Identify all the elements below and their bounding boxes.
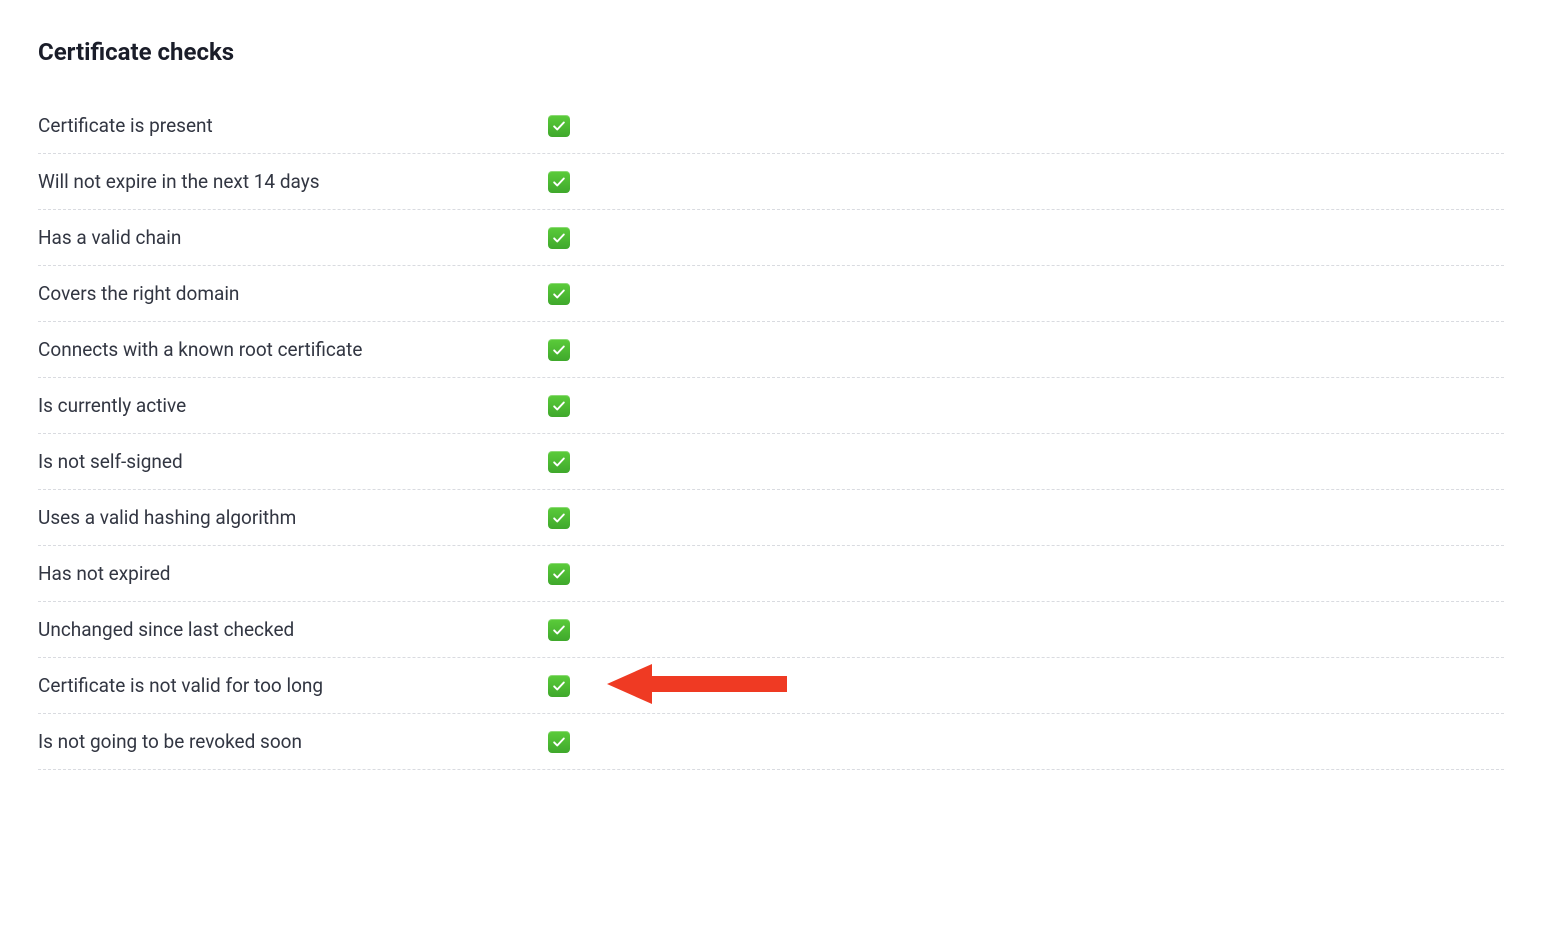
check-label: Will not expire in the next 14 days bbox=[38, 170, 548, 193]
checkmark-icon bbox=[548, 227, 570, 249]
check-status bbox=[548, 563, 570, 585]
check-row: Will not expire in the next 14 days bbox=[38, 154, 1504, 210]
check-row: Uses a valid hashing algorithm bbox=[38, 490, 1504, 546]
check-status bbox=[548, 451, 570, 473]
check-label: Unchanged since last checked bbox=[38, 618, 548, 641]
check-status bbox=[548, 171, 570, 193]
check-row: Is not going to be revoked soon bbox=[38, 714, 1504, 770]
checkmark-icon bbox=[548, 507, 570, 529]
check-label: Is currently active bbox=[38, 394, 548, 417]
check-label: Uses a valid hashing algorithm bbox=[38, 506, 548, 529]
check-status bbox=[548, 395, 570, 417]
checkmark-icon bbox=[548, 451, 570, 473]
checkmark-icon bbox=[548, 115, 570, 137]
check-row: Certificate is present bbox=[38, 98, 1504, 154]
check-status bbox=[548, 731, 570, 753]
checkmark-icon bbox=[548, 619, 570, 641]
checkmark-icon bbox=[548, 563, 570, 585]
check-status bbox=[548, 115, 570, 137]
check-status bbox=[548, 227, 570, 249]
check-row: Covers the right domain bbox=[38, 266, 1504, 322]
check-label: Certificate is not valid for too long bbox=[38, 674, 548, 697]
checkmark-icon bbox=[548, 731, 570, 753]
check-label: Covers the right domain bbox=[38, 282, 548, 305]
section-title: Certificate checks bbox=[38, 38, 1504, 66]
check-label: Connects with a known root certificate bbox=[38, 338, 548, 361]
check-label: Certificate is present bbox=[38, 114, 548, 137]
check-label: Has a valid chain bbox=[38, 226, 548, 249]
checkmark-icon bbox=[548, 339, 570, 361]
check-status bbox=[548, 507, 570, 529]
checkmark-icon bbox=[548, 675, 570, 697]
check-status bbox=[548, 283, 570, 305]
checkmark-icon bbox=[548, 395, 570, 417]
arrow-left-icon bbox=[602, 656, 792, 716]
check-status bbox=[548, 339, 570, 361]
check-status bbox=[548, 675, 570, 697]
check-row: Is not self-signed bbox=[38, 434, 1504, 490]
check-label: Has not expired bbox=[38, 562, 548, 585]
checkmark-icon bbox=[548, 171, 570, 193]
check-row: Certificate is not valid for too long bbox=[38, 658, 1504, 714]
check-row: Has a valid chain bbox=[38, 210, 1504, 266]
check-row: Is currently active bbox=[38, 378, 1504, 434]
checkmark-icon bbox=[548, 283, 570, 305]
check-row: Unchanged since last checked bbox=[38, 602, 1504, 658]
check-row: Has not expired bbox=[38, 546, 1504, 602]
check-row: Connects with a known root certificate bbox=[38, 322, 1504, 378]
check-label: Is not going to be revoked soon bbox=[38, 730, 548, 753]
check-label: Is not self-signed bbox=[38, 450, 548, 473]
check-status bbox=[548, 619, 570, 641]
certificate-check-list: Certificate is present Will not expire in… bbox=[38, 98, 1504, 770]
